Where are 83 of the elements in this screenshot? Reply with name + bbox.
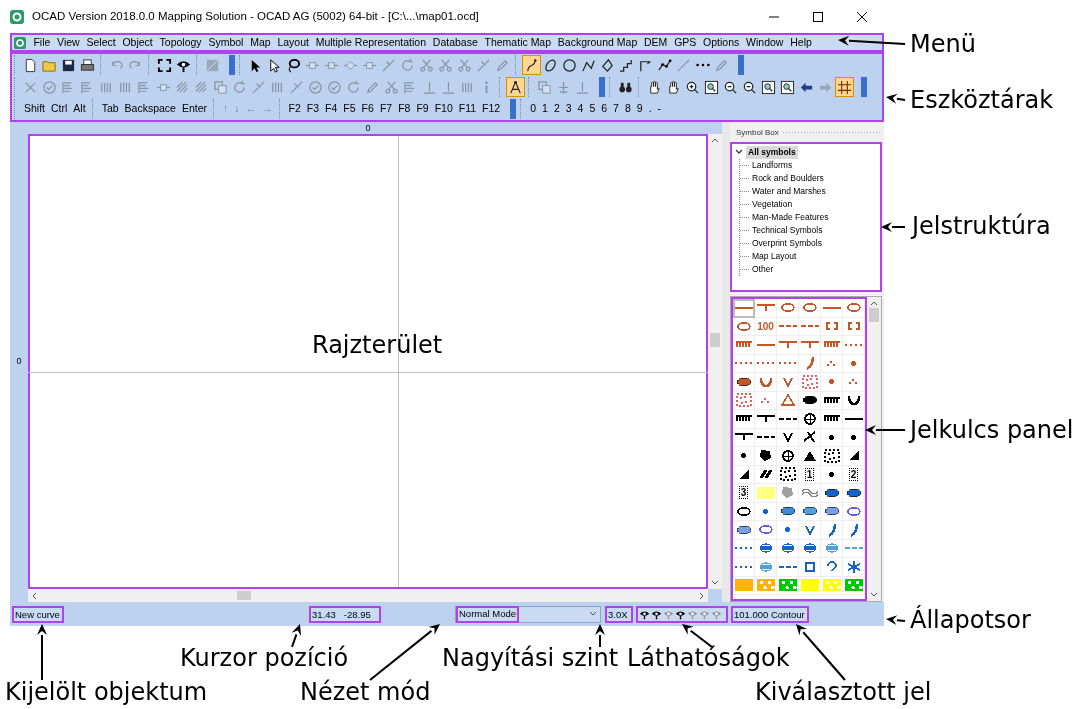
key-button[interactable]: Alt — [70, 101, 89, 117]
key-button[interactable]: Enter — [178, 101, 211, 117]
key-button[interactable]: 8 — [621, 101, 634, 117]
selected-object-text: New curve — [12, 605, 64, 623]
key-button[interactable]: F2 — [285, 101, 304, 117]
key-button[interactable]: F6 — [358, 101, 377, 117]
tree-item[interactable]: Vegetation — [752, 197, 793, 211]
tree-item[interactable]: Water and Marshes — [752, 184, 826, 198]
view-mode-text: Normal Mode — [456, 605, 520, 623]
menu-item[interactable]: DEM — [640, 35, 671, 50]
menu-item[interactable]: File — [30, 35, 54, 50]
symbol-label: 1 — [804, 467, 815, 481]
annotation-label: Láthatóságok — [627, 646, 790, 670]
key-button[interactable]: F4 — [322, 101, 341, 117]
key-button[interactable]: Ctrl — [48, 101, 71, 117]
key-button[interactable]: F12 — [479, 101, 504, 117]
menu-item[interactable]: Object — [119, 35, 157, 50]
symbol-label: 2 — [848, 467, 859, 481]
annotation-label: Nézet mód — [300, 680, 431, 704]
menu-item[interactable]: Options — [699, 35, 743, 50]
ruler-label: 0 — [16, 354, 22, 368]
annotation-label: Nagyítási szint — [442, 646, 619, 670]
key-button[interactable]: 7 — [610, 101, 622, 117]
key-button[interactable]: F7 — [376, 101, 396, 117]
key-button[interactable]: F10 — [431, 101, 456, 117]
tree-item[interactable]: Map Layout — [752, 249, 797, 263]
menu-item[interactable]: Layout — [274, 35, 313, 50]
ruler-label: 0 — [365, 123, 371, 133]
tree-item[interactable]: Overprint Symbols — [752, 236, 822, 250]
window-title: OCAD Version 2018.0.0 Mapping Solution - OCAD AG (5002) 64-bit - [C:\...\map01.ocd] — [32, 8, 479, 24]
annotation-label: Kijelölt objektum — [5, 680, 208, 704]
key-button[interactable]: 3 — [562, 101, 575, 117]
tree-item[interactable]: Landforms — [752, 158, 793, 172]
tree-item[interactable]: Technical Symbols — [752, 223, 823, 237]
key-button[interactable]: - — [654, 101, 665, 117]
menu-item[interactable]: Topology — [156, 35, 205, 50]
tree-item[interactable]: All symbols — [746, 146, 798, 159]
key-button[interactable]: . — [645, 101, 655, 117]
annotation-label: Kurzor pozíció — [180, 646, 349, 670]
key-button[interactable]: F8 — [395, 101, 414, 117]
symbol-label: 3 — [738, 486, 749, 500]
menu-item[interactable]: Select — [83, 35, 120, 50]
y-coordinate: -28.95 — [343, 607, 371, 622]
symbol-button[interactable]: 3 — [733, 484, 755, 503]
key-button[interactable]: F5 — [340, 101, 359, 117]
key-button[interactable]: 4 — [574, 101, 587, 117]
view-mode-dropdown[interactable]: Normal Mode — [455, 605, 601, 623]
key-button[interactable]: F11 — [455, 101, 480, 117]
annotation-label: Rajzterület — [312, 333, 443, 357]
menu-item[interactable]: Background Map — [554, 35, 641, 50]
zoom-level-text: 3.0X — [605, 605, 633, 623]
key-button[interactable]: 2 — [550, 101, 563, 117]
key-button[interactable]: 0 — [527, 101, 540, 117]
panel-title: Symbol Box — [736, 127, 779, 139]
annotation-label: Jelstruktúra — [912, 214, 1051, 238]
menu-item[interactable]: Window — [742, 35, 787, 50]
menu-item[interactable]: View — [53, 35, 84, 50]
key-button[interactable]: 1 — [539, 101, 551, 117]
menu-item[interactable]: GPS — [670, 35, 700, 50]
tree-item[interactable]: Rock and Boulders — [752, 171, 824, 185]
annotation-label: Jelkulcs panel — [910, 418, 1074, 442]
menu-item[interactable]: Thematic Map — [481, 35, 555, 50]
menu-item[interactable]: Symbol — [205, 35, 247, 50]
menu-item[interactable]: Map — [246, 35, 274, 50]
key-button[interactable]: 9 — [633, 101, 646, 117]
key-button[interactable]: F3 — [303, 101, 323, 117]
tree-item[interactable]: Man-Made Features — [752, 210, 829, 224]
menu-item[interactable]: Database — [429, 35, 482, 50]
key-button[interactable]: Tab — [98, 101, 122, 117]
key-button[interactable]: Shift — [21, 101, 48, 117]
key-button[interactable]: 5 — [586, 101, 599, 117]
key-button[interactable]: F9 — [413, 101, 432, 117]
annotation-label: Eszköztárak — [910, 88, 1054, 112]
annotation-label: Kiválasztott jel — [755, 680, 932, 704]
menu-item[interactable]: Multiple Representation — [312, 35, 430, 50]
selected-symbol-text: 101.000 Contour — [731, 605, 809, 623]
key-button[interactable]: 6 — [598, 101, 611, 117]
symbol-label: 100 — [756, 320, 775, 332]
x-coordinate: 31.43 — [312, 607, 336, 622]
menu-item[interactable]: Help — [786, 35, 816, 50]
key-button[interactable]: Backspace — [121, 101, 179, 117]
tree-item[interactable]: Other — [752, 262, 774, 276]
annotation-label: Menü — [910, 32, 976, 56]
